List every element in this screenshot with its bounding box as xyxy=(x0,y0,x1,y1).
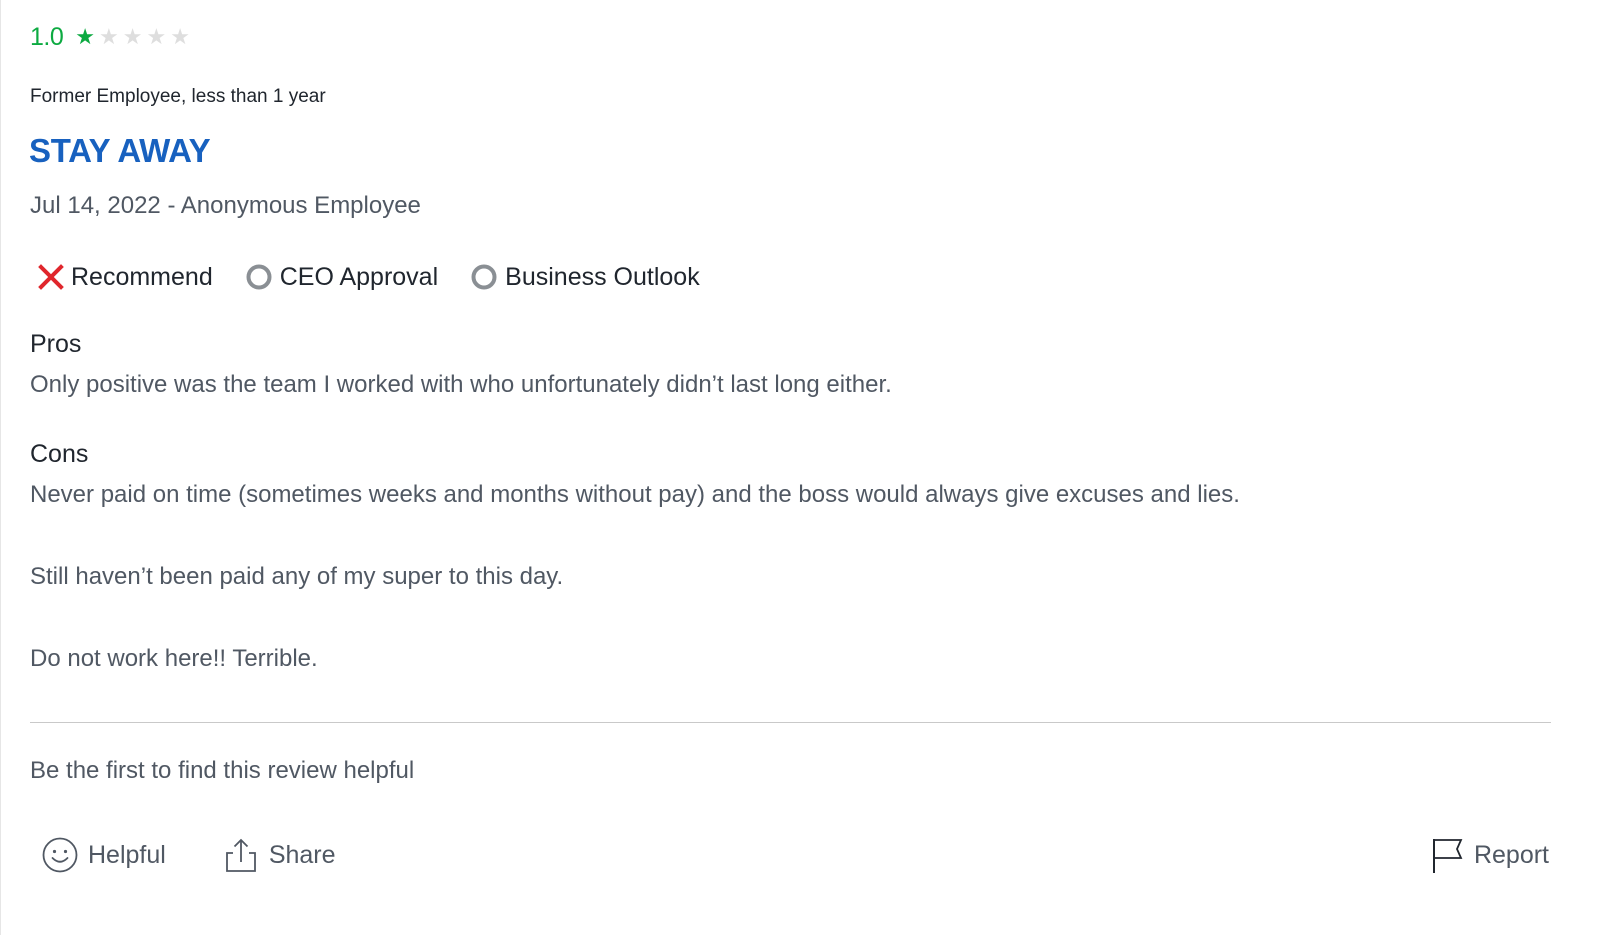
cons-paragraph: Still haven’t been paid any of my super … xyxy=(30,563,564,590)
employment-status: Former Employee, less than 1 year xyxy=(30,86,326,107)
report-label: Report xyxy=(1473,840,1549,869)
cons-heading: Cons xyxy=(30,440,89,468)
pros-heading: Pros xyxy=(30,330,82,358)
indicator-business-outlook: Business Outlook xyxy=(471,263,700,292)
indicator-label: Recommend xyxy=(71,262,213,291)
helpful-count-text: Be the first to find this review helpful xyxy=(30,757,415,784)
star-icon: ★ xyxy=(122,24,143,49)
indicator-label: CEO Approval xyxy=(279,262,439,291)
divider xyxy=(30,722,1551,723)
rating-value: 1.0 xyxy=(30,22,64,51)
cons-paragraph: Never paid on time (sometimes weeks and … xyxy=(30,481,1240,508)
report-button[interactable]: Report xyxy=(1430,834,1549,876)
share-icon xyxy=(225,838,256,872)
indicator-ceo-approval: CEO Approval xyxy=(246,263,438,292)
star-icon: ★ xyxy=(99,24,119,49)
review-title[interactable]: STAY AWAY xyxy=(29,132,211,170)
cons-paragraph: Do not work here!! Terrible. xyxy=(30,645,318,672)
review-card: 1.0 ★ ★ ★ ★ ★ Former Employee, less than… xyxy=(0,0,1600,935)
star-icon: ★ xyxy=(170,24,190,49)
indicator-recommend: Recommend xyxy=(37,263,213,292)
circle-icon xyxy=(471,264,497,290)
review-date-author: Jul 14, 2022 - Anonymous Employee xyxy=(30,192,421,219)
helpful-label: Helpful xyxy=(88,840,166,869)
x-icon xyxy=(38,264,64,290)
share-button[interactable]: Share xyxy=(222,836,336,874)
smiley-icon xyxy=(42,837,78,873)
indicator-label: Business Outlook xyxy=(505,262,700,291)
rating-row: 1.0 ★ ★ ★ ★ ★ xyxy=(30,20,194,54)
star-rating: ★ ★ ★ ★ ★ xyxy=(75,26,194,48)
review-actions: Helpful Share xyxy=(41,834,392,876)
share-label: Share xyxy=(268,840,336,869)
star-icon: ★ xyxy=(146,24,167,49)
helpful-button[interactable]: Helpful xyxy=(41,836,166,874)
flag-icon xyxy=(1432,839,1463,873)
star-icon: ★ xyxy=(75,24,95,49)
pros-text: Only positive was the team I worked with… xyxy=(30,371,892,398)
review-indicators: Recommend CEO Approval Business Outlook xyxy=(37,260,733,294)
circle-icon xyxy=(246,264,272,290)
